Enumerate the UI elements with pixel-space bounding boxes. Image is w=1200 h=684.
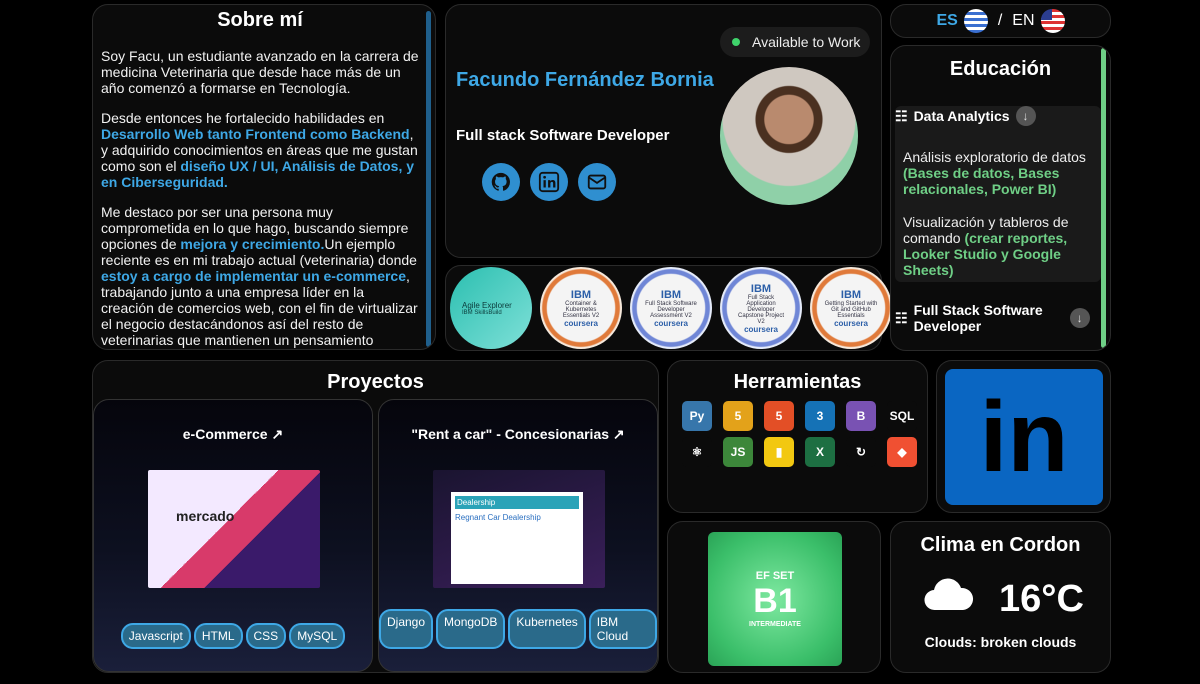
lang-es-button[interactable]: ES <box>936 12 957 30</box>
education-scrollbar[interactable] <box>1101 48 1106 348</box>
about-paragraph-1: Soy Facu, un estudiante avanzado en la c… <box>101 48 419 96</box>
weather-temperature: 16°C <box>999 578 1084 620</box>
tag-badge: MongoDB <box>436 609 506 649</box>
about-paragraph-2: Desde entonces he fortalecido habilidade… <box>101 110 418 190</box>
github-icon[interactable] <box>482 163 520 201</box>
tag-badge: IBM Cloud <box>588 609 657 649</box>
git-icon: ◆ <box>887 437 917 467</box>
status-dot <box>732 38 740 46</box>
profile-role: Full stack Software Developer <box>456 127 670 144</box>
about-card: Sobre mí Soy Facu, un estudiante avanzad… <box>92 4 436 350</box>
about-paragraph-3: Me destaco por ser una persona muy compr… <box>101 204 418 349</box>
about-title: Sobre mí <box>217 9 303 31</box>
project-tags: Javascript HTML CSS MySQL <box>94 623 372 649</box>
about-scrollbar[interactable] <box>426 11 431 347</box>
badge-item[interactable]: IBM Container & Kubernetes Essentials V2… <box>540 267 622 349</box>
tag-badge: Javascript <box>120 623 191 649</box>
profile-card: Available to Work Facundo Fernández Born… <box>445 4 882 258</box>
efset-certificate[interactable]: EF SET B1 INTERMEDIATE <box>708 532 842 666</box>
cloud-icon <box>924 578 974 611</box>
mysql-icon: SQL <box>887 401 917 431</box>
list-icon: ☷ <box>895 309 908 326</box>
list-icon: ☷ <box>895 107 908 124</box>
weather-card: Clima en Cordon 16°C Clouds: broken clou… <box>890 521 1111 673</box>
python-icon: Py <box>682 401 712 431</box>
projects-title: Proyectos <box>327 371 424 393</box>
mail-icon[interactable] <box>578 163 616 201</box>
project-screenshot: Dealership Regnant Car Dealership <box>433 470 605 588</box>
tools-title: Herramientas <box>733 371 862 393</box>
profile-avatar <box>720 67 858 205</box>
linkedin-card[interactable]: in <box>936 360 1111 513</box>
external-link-icon[interactable]: ↗ <box>613 426 625 442</box>
project-card-rent-a-car[interactable]: "Rent a car" - Concesionarias ↗ Dealersh… <box>378 399 658 672</box>
tag-badge: CSS <box>245 623 287 649</box>
tools-grid: Py 5 5 3 B SQL ⚛ JS ▮ X ↻ ◆ <box>682 401 917 467</box>
badge-item[interactable]: IBM Full Stack Software Developer Assess… <box>630 267 712 349</box>
education-desc-1: Análisis exploratorio de datos (Bases de… <box>903 149 1086 197</box>
uruguay-flag-icon[interactable] <box>963 9 988 33</box>
availability-text: Available to Work <box>752 34 861 50</box>
projects-card: Proyectos e-Commerce ↗ mercado Javascrip… <box>92 360 659 673</box>
linkedin-icon[interactable]: in <box>945 369 1103 505</box>
availability-badge: Available to Work <box>720 27 870 57</box>
project-screenshot: mercado <box>148 470 320 588</box>
bootstrap-icon: B <box>846 401 876 431</box>
project-card-ecommerce[interactable]: e-Commerce ↗ mercado Javascript HTML CSS… <box>93 399 373 672</box>
education-item-data-analytics[interactable]: ☷ Data Analytics ↓ <box>895 106 1036 126</box>
react-icon: ⚛ <box>682 437 712 467</box>
project-title[interactable]: "Rent a car" - Concesionarias <box>411 426 609 442</box>
linkedin-icon[interactable] <box>530 163 568 201</box>
education-card: Educación ☷ Data Analytics ↓ Análisis ex… <box>890 45 1111 351</box>
external-link-icon[interactable]: ↗ <box>271 426 283 442</box>
lang-en-button[interactable]: EN <box>1012 12 1034 30</box>
usa-flag-icon[interactable] <box>1040 9 1065 33</box>
efset-card: EF SET B1 INTERMEDIATE <box>667 521 881 673</box>
badge-item[interactable]: IBM Full Stack Application Developer Cap… <box>720 267 802 349</box>
chevron-down-icon[interactable]: ↓ <box>1069 308 1090 328</box>
html5-icon: 5 <box>723 401 753 431</box>
weather-title: Clima en Cordon <box>920 534 1081 556</box>
badge-agile-explorer[interactable]: Agile Explorer IBM SkillsBuild <box>450 267 532 349</box>
lang-separator: / <box>997 12 1003 29</box>
education-title: Educación <box>949 58 1052 80</box>
education-item-fullstack[interactable]: ☷ Full Stack Software Developer ↓ <box>895 302 1101 334</box>
tag-badge: HTML <box>193 623 243 649</box>
powerbi-icon: ▮ <box>764 437 794 467</box>
chevron-down-icon[interactable]: ↓ <box>1015 106 1036 126</box>
project-title[interactable]: e-Commerce <box>183 426 268 442</box>
excel-icon: X <box>805 437 835 467</box>
tag-badge: Kubernetes <box>508 609 586 649</box>
tag-badge: Django <box>379 609 434 649</box>
weather-description: Clouds: broken clouds <box>924 634 1077 650</box>
profile-name: Facundo Fernández Bornia <box>456 69 714 91</box>
language-switch: ES / EN <box>890 4 1111 38</box>
certification-badges: Agile Explorer IBM SkillsBuild IBM Conta… <box>445 265 892 351</box>
badge-item[interactable]: IBM Getting Started with Git and GitHub … <box>810 267 892 349</box>
tools-card: Herramientas Py 5 5 3 B SQL ⚛ JS ▮ X ↻ ◆ <box>667 360 928 513</box>
html5-icon: 5 <box>764 401 794 431</box>
nodejs-icon: JS <box>723 437 753 467</box>
tag-badge: MySQL <box>289 623 346 649</box>
education-desc-2: Visualización y tableros de comando (cre… <box>903 214 1069 278</box>
css3-icon: 3 <box>805 401 835 431</box>
bitbucket-icon: ↻ <box>846 437 876 467</box>
project-tags: Django MongoDB Kubernetes IBM Cloud <box>379 609 657 649</box>
